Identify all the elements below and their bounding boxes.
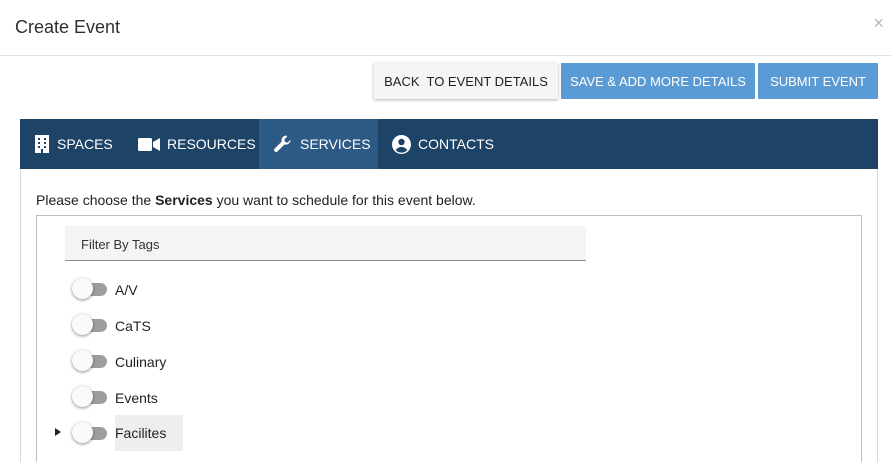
- tab-contacts[interactable]: CONTACTS: [392, 119, 502, 169]
- cats-toggle[interactable]: [72, 314, 108, 335]
- facilites-toggle[interactable]: [72, 422, 108, 443]
- tab-spaces[interactable]: SPACES: [34, 119, 134, 169]
- wrench-icon: [273, 134, 293, 154]
- tag-label-cats: CaTS: [115, 318, 151, 334]
- back-to-event-details-button[interactable]: BACK TO EVENT DETAILS: [374, 63, 558, 99]
- filter-by-tags-header[interactable]: Filter By Tags: [65, 226, 586, 261]
- tag-row-culinary: Culinary: [0, 343, 891, 379]
- expand-arrow-icon[interactable]: [55, 428, 61, 436]
- tag-row-facilites: Facilites: [0, 415, 891, 451]
- tab-resources-label: RESOURCES: [167, 136, 256, 152]
- instruction-suffix: you want to schedule for this event belo…: [212, 192, 476, 208]
- av-toggle[interactable]: [72, 278, 108, 299]
- tab-services-label: SERVICES: [300, 136, 371, 152]
- services-instruction: Please choose the Services you want to s…: [36, 192, 476, 208]
- tag-label-av: A/V: [115, 282, 138, 298]
- video-camera-icon: [138, 137, 160, 152]
- submit-event-button[interactable]: SUBMIT EVENT: [758, 63, 878, 99]
- tag-label-events: Events: [115, 390, 158, 406]
- tag-label-facilites[interactable]: Facilites: [115, 415, 183, 451]
- dialog-title: Create Event: [15, 17, 121, 37]
- tab-spaces-label: SPACES: [57, 136, 113, 152]
- events-toggle[interactable]: [72, 386, 108, 407]
- tab-bar: SPACES RESOURCES SERVICES CONTACTS: [20, 119, 878, 169]
- culinary-toggle[interactable]: [72, 350, 108, 371]
- filter-by-tags-label: Filter By Tags: [81, 237, 160, 252]
- tab-resources[interactable]: RESOURCES: [138, 119, 260, 169]
- tag-row-events: Events: [0, 379, 891, 415]
- dialog-header: Create Event ×: [0, 0, 891, 56]
- user-circle-icon: [392, 134, 411, 154]
- tag-label-culinary: Culinary: [115, 354, 167, 370]
- building-icon: [34, 135, 50, 153]
- tag-row-av: A/V: [0, 271, 891, 307]
- instruction-prefix: Please choose the: [36, 192, 156, 208]
- tag-row-cats: CaTS: [0, 307, 891, 343]
- tab-services[interactable]: SERVICES: [259, 119, 378, 169]
- instruction-bold: Services: [155, 192, 213, 208]
- save-and-add-more-details-button[interactable]: SAVE & ADD MORE DETAILS: [561, 63, 755, 99]
- tab-contacts-label: CONTACTS: [418, 136, 494, 152]
- close-icon[interactable]: ×: [873, 13, 884, 34]
